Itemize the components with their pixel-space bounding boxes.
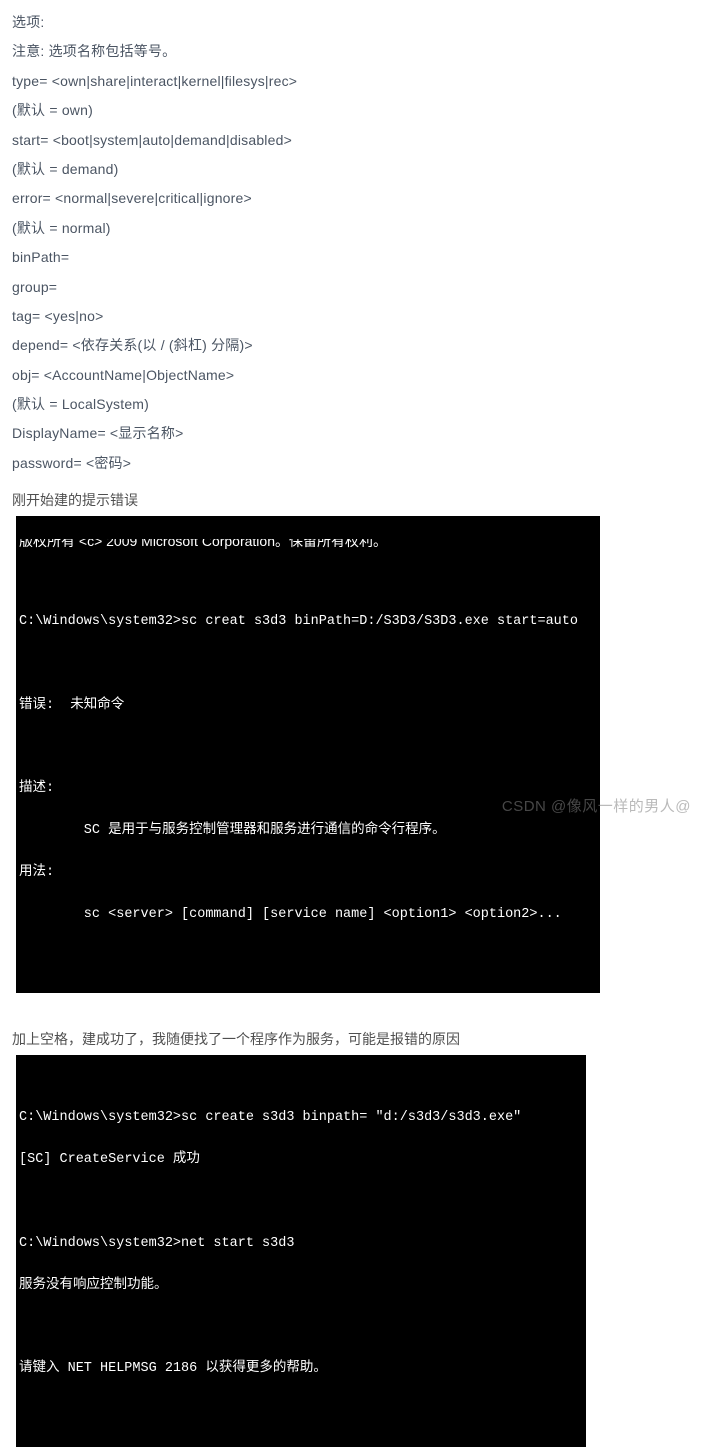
- terminal-desc-body: SC 是用于与服务控制管理器和服务进行通信的命令行程序。: [16, 821, 600, 842]
- section2-label: 加上空格，建成功了，我随便找了一个程序作为服务，可能是报错的原因: [12, 1029, 695, 1049]
- terminal-usage-label: 用法:: [16, 863, 600, 884]
- terminal-blank: [16, 737, 600, 758]
- terminal-blank: [16, 1401, 586, 1422]
- option-error: error= <normal|severe|critical|ignore>: [12, 184, 695, 213]
- terminal-blank: [16, 1318, 586, 1339]
- option-tag: tag= <yes|no>: [12, 302, 695, 331]
- options-heading: 选项:: [12, 8, 695, 37]
- option-displayname: DisplayName= <显示名称>: [12, 419, 695, 448]
- terminal-error: 版权所有 <c> 2009 Microsoft Corporation。保留所有…: [16, 516, 600, 992]
- option-type-default: (默认 = own): [12, 96, 695, 125]
- option-group: group=: [12, 273, 695, 302]
- terminal-blank: [16, 654, 600, 675]
- option-error-default: (默认 = normal): [12, 214, 695, 243]
- terminal-cmd-line: C:\Windows\system32>sc creat s3d3 binPat…: [16, 612, 600, 633]
- option-start-default: (默认 = demand): [12, 155, 695, 184]
- option-start: start= <boot|system|auto|demand|disabled…: [12, 126, 695, 155]
- terminal-create-ok: [SC] CreateService 成功: [16, 1150, 586, 1171]
- option-type: type= <own|share|interact|kernel|filesys…: [12, 67, 695, 96]
- terminal-service-resp: 服务没有响应控制功能。: [16, 1276, 586, 1297]
- option-depend: depend= <依存关系(以 / (斜杠) 分隔)>: [12, 331, 695, 360]
- options-note: 注意: 选项名称包括等号。: [12, 37, 695, 66]
- terminal-blank: [16, 947, 600, 968]
- terminal-cmd-netstart: C:\Windows\system32>net start s3d3: [16, 1234, 586, 1255]
- terminal-success: C:\Windows\system32>sc create s3d3 binpa…: [16, 1055, 586, 1448]
- terminal-blank: [16, 570, 600, 591]
- terminal-cut-line: 版权所有 <c> 2009 Microsoft Corporation。保留所有…: [19, 539, 387, 549]
- option-obj: obj= <AccountName|ObjectName>: [12, 361, 695, 390]
- section1-label: 刚开始建的提示错误: [12, 490, 695, 510]
- terminal-helpmsg: 请键入 NET HELPMSG 2186 以获得更多的帮助。: [16, 1359, 586, 1380]
- terminal-cmd-create: C:\Windows\system32>sc create s3d3 binpa…: [16, 1108, 586, 1129]
- terminal-error-line: 错误: 未知命令: [16, 696, 600, 717]
- option-password: password= <密码>: [12, 449, 695, 478]
- option-obj-default: (默认 = LocalSystem): [12, 390, 695, 419]
- terminal-desc-label: 描述:: [16, 779, 600, 800]
- terminal-blank: [16, 1192, 586, 1213]
- option-binpath: binPath=: [12, 243, 695, 272]
- terminal-usage-body: sc <server> [command] [service name] <op…: [16, 905, 600, 926]
